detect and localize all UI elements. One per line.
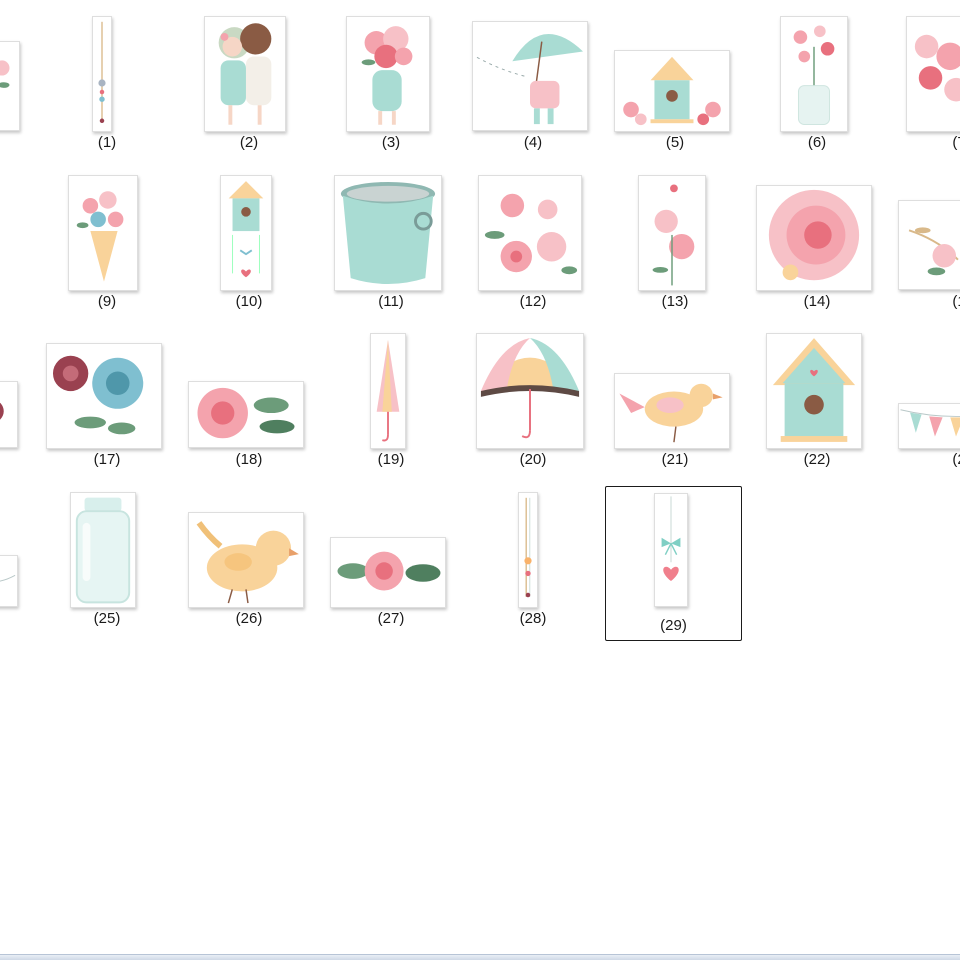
thumbnail-label: (21) [661,451,689,468]
metal-bucket-icon [334,175,442,291]
thumbnail-item[interactable]: (13) [604,160,746,310]
thumbnail-label: (28) [519,610,547,627]
bunting-banner-icon [898,403,960,449]
thumbnail-item[interactable]: (27) [320,477,462,627]
thumbnail-item[interactable]: (6) [746,1,888,151]
thumbnail-label: (18) [235,451,263,468]
thumbnail-label: (14) [803,293,831,310]
pink-roses-icon [478,175,582,291]
thumbnail-item[interactable]: (2 [888,318,960,468]
mason-jar-flowers-icon [780,16,848,132]
thumbnail-label: (11) [378,293,404,310]
pink-flower-cluster-icon [906,16,960,132]
thumbnail-label: (29) [660,617,687,634]
thumbnail-item[interactable]: (22) [746,318,888,468]
thumbnail-label: (5) [665,134,685,151]
thumbnail-item[interactable]: (12) [462,160,604,310]
thumbnail-label: (9) [97,293,117,310]
thumbnail-label: (12) [519,293,547,310]
flower-ice-cream-cone-icon [68,175,138,291]
girl-with-umbrella-icon [472,21,588,131]
thumbnail-label: (13) [661,293,689,310]
thumbnail-item[interactable]: (7 [888,1,960,151]
thumbnail-item[interactable]: (14) [746,160,888,310]
thumbnail-item[interactable]: (2) [178,1,320,151]
thumbnail-label: (2) [239,134,259,151]
songbird-icon [614,373,730,449]
thumbnail-label: (27) [377,610,405,627]
thumbnail-item[interactable]: (18) [178,318,320,468]
thumbnail-item[interactable]: (19) [320,318,462,468]
thumbnail-label: (26) [235,610,263,627]
burgundy-rose-icon [0,381,18,448]
large-pink-rose-icon [756,185,872,291]
thumbnail-label: (1 [952,293,960,310]
birdhouse-with-garland-icon [220,175,272,291]
glass-jar-icon [70,492,136,608]
thumbnail-item[interactable]: (21) [604,318,746,468]
heart-with-bow-icon [654,493,688,607]
birdhouse-icon [766,333,862,449]
thumbnail-label: (2 [952,451,960,468]
birdhouse-with-flowers-icon [614,50,730,132]
thumbnail-item[interactable]: (11) [320,160,462,310]
thumbnail-label: (22) [803,451,831,468]
thumbnail-label: (1) [97,134,117,151]
pink-rose-with-leaves-icon [188,381,304,448]
thumbnail-item[interactable]: (3) [320,1,462,151]
two-girls-hugging-icon [204,16,286,132]
thumbnail-label: (19) [377,451,405,468]
thumbnail-item[interactable]: (10) [178,160,320,310]
thumbnail-item[interactable]: (4) [462,1,604,151]
thumbnail-label: (10) [235,293,263,310]
thumbnail-item[interactable]: (5) [604,1,746,151]
thumbnail-item[interactable]: (9) [36,160,178,310]
thumbnail-item[interactable]: (28) [462,477,604,627]
floral-branch-icon [898,200,960,290]
hanging-ornament-icon [518,492,538,608]
open-umbrella-icon [476,333,584,449]
thumbnail-item[interactable]: (1) [36,1,178,151]
blue-and-burgundy-roses-icon [46,343,162,449]
thumbnail-label: (3) [381,134,401,151]
thumbnail-label: (17) [93,451,121,468]
girl-with-flower-bouquet-icon [346,16,430,132]
yellow-chick-icon [188,512,304,608]
closed-umbrella-icon [370,333,406,449]
thumbnail-label: (4) [523,134,543,151]
banner-piece-icon [0,555,18,607]
flowers-icon [0,41,20,131]
thumbnail-item-selected[interactable]: (29) [605,486,742,641]
thumbnail-item[interactable]: (1 [888,160,960,310]
thumbnail-item[interactable]: (26) [178,477,320,627]
rose-with-leaves-icon [330,537,446,608]
thumbnail-label: (7 [952,134,960,151]
thumbnail-label: (25) [93,610,121,627]
thumbnail-item[interactable]: (17) [36,318,178,468]
thumbnail-item[interactable]: (25) [36,477,178,627]
thumbnail-label: (20) [519,451,547,468]
hanging-bead-string-icon [92,16,112,132]
rose-stem-icon [638,175,706,291]
window-bottom-border [0,954,960,960]
thumbnail-label: (6) [807,134,827,151]
thumbnail-view: (1) (2) (3) (4) (5) (6) (7 [0,0,960,955]
thumbnail-item[interactable]: (20) [462,318,604,468]
